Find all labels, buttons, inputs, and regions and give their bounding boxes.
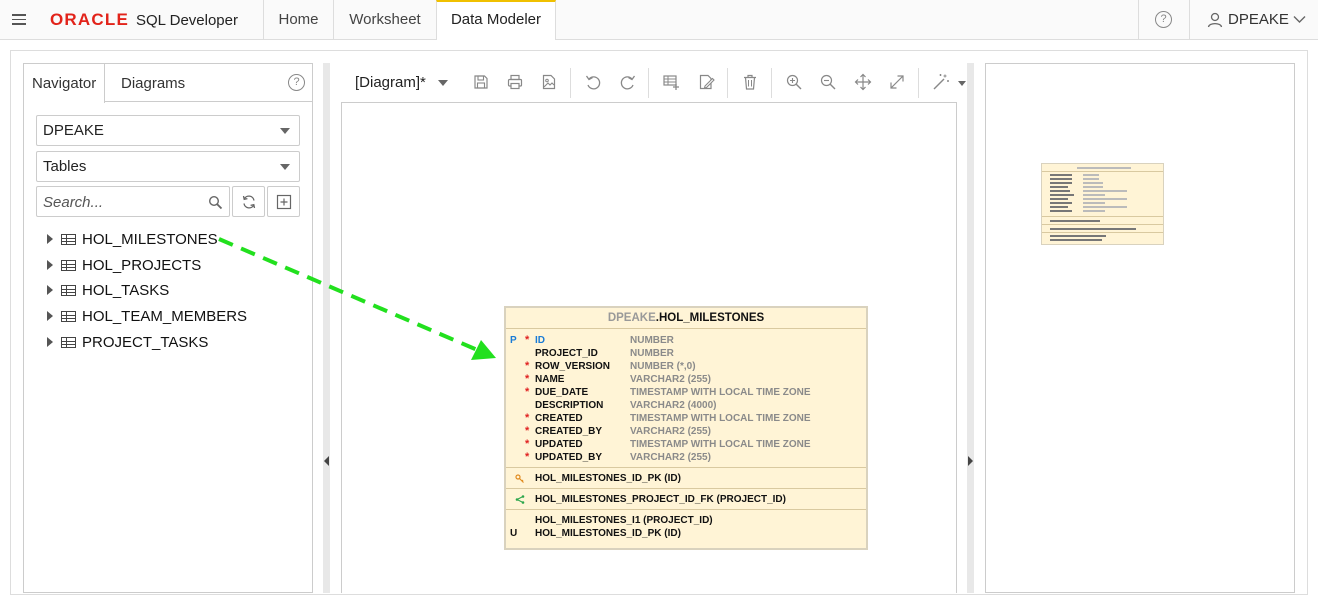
index-row: HOL_MILESTONES_I1 (PROJECT_ID) — [506, 514, 866, 527]
index-label: HOL_MILESTONES_I1 (PROJECT_ID) — [535, 515, 713, 526]
required-star: * — [525, 334, 530, 346]
thumb-divider — [1042, 216, 1163, 217]
column-type: NUMBER (*,0) — [630, 361, 696, 372]
column-type: VARCHAR2 (255) — [630, 452, 711, 463]
key-icon — [515, 474, 524, 483]
entity-divider — [506, 488, 866, 489]
column-type: VARCHAR2 (255) — [630, 426, 711, 437]
column-type: VARCHAR2 (255) — [630, 374, 711, 385]
thumb-title — [1077, 167, 1131, 169]
column-row: * DUE_DATE TIMESTAMP WITH LOCAL TIME ZON… — [506, 386, 866, 399]
thumb-line — [1050, 182, 1072, 184]
entity-title: DPEAKE.HOL_MILESTONES — [506, 308, 866, 329]
column-row: * CREATED_BY VARCHAR2 (255) — [506, 425, 866, 438]
thumb-line — [1050, 178, 1072, 180]
entity-divider — [506, 509, 866, 510]
required-star: * — [525, 386, 530, 398]
column-row: * UPDATED_BY VARCHAR2 (255) — [506, 451, 866, 464]
required-star: * — [525, 438, 530, 450]
column-name: DESCRIPTION — [535, 400, 604, 411]
column-name: DUE_DATE — [535, 387, 589, 398]
thumb-line — [1083, 190, 1127, 192]
required-star: * — [525, 360, 530, 372]
thumb-line — [1050, 206, 1068, 208]
thumb-line — [1083, 182, 1103, 184]
column-name: PROJECT_ID — [535, 348, 598, 359]
thumb-line — [1083, 202, 1105, 204]
column-row: * ROW_VERSION NUMBER (*,0) — [506, 360, 866, 373]
thumb-line — [1050, 202, 1072, 204]
entity-hol-milestones[interactable]: DPEAKE.HOL_MILESTONES P * ID NUMBER PROJ… — [504, 306, 868, 550]
thumb-line — [1050, 198, 1068, 200]
foreign-key-label: HOL_MILESTONES_PROJECT_ID_FK (PROJECT_ID… — [535, 494, 786, 505]
column-row: * UPDATED TIMESTAMP WITH LOCAL TIME ZONE — [506, 438, 866, 451]
column-type: TIMESTAMP WITH LOCAL TIME ZONE — [630, 387, 811, 398]
thumb-line — [1050, 210, 1072, 212]
column-type: TIMESTAMP WITH LOCAL TIME ZONE — [630, 439, 811, 450]
thumb-line — [1083, 186, 1103, 188]
column-type: TIMESTAMP WITH LOCAL TIME ZONE — [630, 413, 811, 424]
column-name: CREATED_BY — [535, 426, 603, 437]
thumb-line — [1050, 190, 1070, 192]
column-row: * NAME VARCHAR2 (255) — [506, 373, 866, 386]
column-name: UPDATED_BY — [535, 452, 603, 463]
column-row: * CREATED TIMESTAMP WITH LOCAL TIME ZONE — [506, 412, 866, 425]
column-name: NAME — [535, 374, 565, 385]
thumb-line — [1050, 174, 1072, 176]
entity-thumbnail[interactable] — [1041, 163, 1164, 245]
thumb-line — [1083, 178, 1099, 180]
column-type: NUMBER — [630, 335, 674, 346]
thumb-line — [1083, 198, 1127, 200]
foreign-key-row: HOL_MILESTONES_PROJECT_ID_FK (PROJECT_ID… — [506, 493, 866, 506]
index-label: HOL_MILESTONES_ID_PK (ID) — [535, 528, 681, 539]
required-star: * — [525, 425, 530, 437]
column-row: DESCRIPTION VARCHAR2 (4000) — [506, 399, 866, 412]
column-row: P * ID NUMBER — [506, 334, 866, 347]
column-row: PROJECT_ID NUMBER — [506, 347, 866, 360]
thumb-divider — [1042, 171, 1163, 172]
thumb-line — [1083, 174, 1099, 176]
thumb-line — [1083, 206, 1127, 208]
index-row: U HOL_MILESTONES_ID_PK (ID) — [506, 527, 866, 540]
entity-schema: DPEAKE — [607, 312, 656, 324]
column-type: NUMBER — [630, 348, 674, 359]
thumb-line — [1050, 235, 1106, 237]
thumb-line — [1050, 239, 1102, 241]
thumb-line — [1050, 228, 1136, 230]
thumb-line — [1050, 194, 1074, 196]
primary-key-row: HOL_MILESTONES_ID_PK (ID) — [506, 472, 866, 485]
column-flag: P — [510, 335, 517, 346]
column-name: UPDATED — [535, 439, 583, 450]
thumb-line — [1083, 210, 1105, 212]
thumb-divider — [1042, 224, 1163, 225]
required-star: * — [525, 451, 530, 463]
column-type: VARCHAR2 (4000) — [630, 400, 717, 411]
thumb-line — [1083, 194, 1105, 196]
required-star: * — [525, 373, 530, 385]
entity-name: .HOL_MILESTONES — [655, 312, 765, 324]
required-star: * — [525, 412, 530, 424]
foreign-key-icon — [515, 495, 525, 504]
thumb-divider — [1042, 232, 1163, 233]
overview-panel[interactable] — [985, 63, 1295, 593]
entity-divider — [506, 467, 866, 468]
column-name: CREATED — [535, 413, 583, 424]
thumb-line — [1050, 220, 1100, 222]
thumb-line — [1050, 186, 1068, 188]
primary-key-label: HOL_MILESTONES_ID_PK (ID) — [535, 473, 681, 484]
column-name: ID — [535, 335, 545, 346]
unique-flag: U — [510, 528, 518, 539]
column-name: ROW_VERSION — [535, 361, 611, 372]
